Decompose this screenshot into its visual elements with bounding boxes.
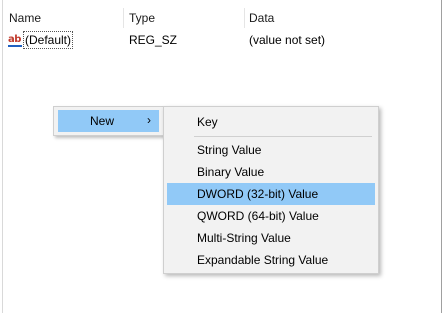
value-name[interactable]: (Default) [23, 31, 74, 49]
menu-separator [194, 136, 372, 137]
submenu-item-string-value[interactable]: String Value [167, 139, 375, 161]
column-header-name[interactable]: Name [9, 8, 41, 28]
column-header-type[interactable]: Type [129, 8, 155, 28]
context-menu: New › [53, 106, 164, 136]
pane-left-border [2, 0, 3, 313]
submenu-item-label: Multi-String Value [197, 231, 291, 245]
menu-item-label: New [90, 114, 115, 128]
submenu-item-label: DWORD (32-bit) Value [197, 187, 319, 201]
submenu-item-label: Expandable String Value [197, 253, 329, 267]
submenu-item-label: Key [197, 115, 218, 129]
menu-item-new[interactable]: New › [58, 110, 159, 132]
chevron-right-icon: › [147, 113, 151, 127]
submenu-item-expandable-string-value[interactable]: Expandable String Value [167, 249, 375, 271]
submenu-item-dword-value[interactable]: DWORD (32-bit) Value [167, 183, 375, 205]
submenu-item-qword-value[interactable]: QWORD (64-bit) Value [167, 205, 375, 227]
submenu-item-label: String Value [197, 143, 262, 157]
submenu-item-key[interactable]: Key [167, 111, 375, 133]
new-submenu: Key String Value Binary Value DWORD (32-… [163, 106, 379, 274]
submenu-item-binary-value[interactable]: Binary Value [167, 161, 375, 183]
value-data: (value not set) [249, 33, 326, 47]
column-separator[interactable] [244, 8, 245, 28]
value-type: REG_SZ [129, 33, 178, 47]
submenu-item-label: Binary Value [197, 165, 265, 179]
submenu-item-label: QWORD (64-bit) Value [197, 209, 319, 223]
string-value-icon: ab [8, 34, 22, 47]
submenu-item-multi-string-value[interactable]: Multi-String Value [167, 227, 375, 249]
column-header-data[interactable]: Data [249, 8, 274, 28]
column-separator[interactable] [123, 8, 124, 28]
